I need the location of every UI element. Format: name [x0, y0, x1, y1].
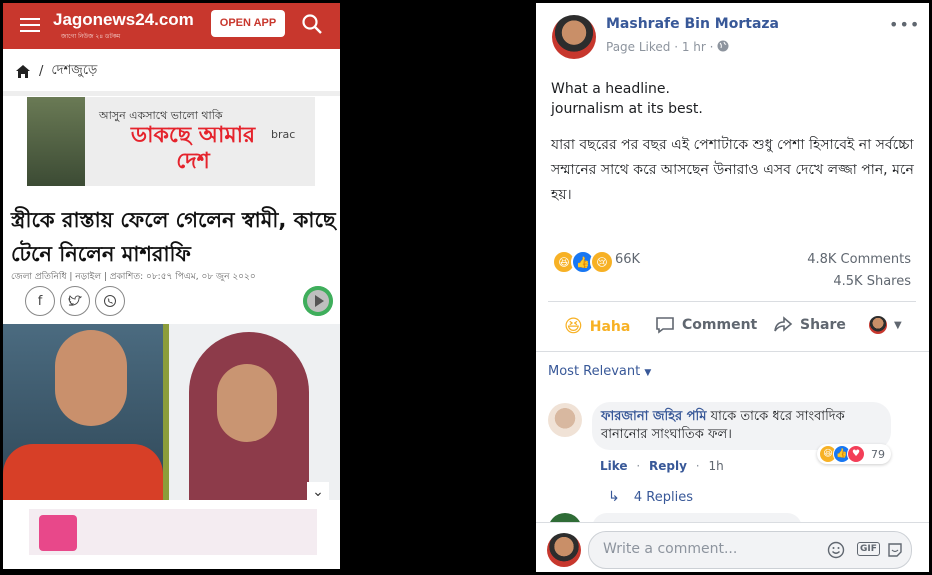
comment-reactions[interactable]: 😆 👍 ♥ 79 [817, 444, 891, 464]
bottom-ad[interactable] [29, 509, 317, 555]
comment-bubble: ফারজানা জহির পমি যাকে তাকে ধরে সাংবাদিক … [592, 402, 891, 450]
avatar[interactable] [548, 403, 582, 437]
play-icon[interactable] [303, 286, 333, 316]
chevron-down-icon[interactable]: ⌄ [307, 482, 329, 502]
comment-body: ফারজানা জহির পমি যাকে তাকে ধরে সাংবাদিক … [601, 408, 886, 444]
comment-input[interactable]: Write a comment... GIF [588, 531, 912, 569]
haha-icon: 😆 [564, 316, 583, 337]
avatar[interactable] [552, 15, 596, 59]
caret-down-icon: ▼ [644, 368, 652, 378]
share-button[interactable]: Share [773, 316, 846, 334]
comment-button[interactable]: Comment [655, 316, 757, 334]
open-app-button[interactable]: OPEN APP [211, 10, 285, 37]
comment-time[interactable]: 1h [708, 459, 723, 473]
facebook-icon[interactable]: f [25, 286, 55, 316]
article-meta: জেলা প্রতিনিধি | নড়াইল | প্রকাশিত: ০৮:৫… [11, 272, 256, 282]
ad-photo [27, 97, 85, 186]
whatsapp-icon[interactable] [95, 286, 125, 316]
view-replies-link[interactable]: ↳ 4 Replies [608, 489, 693, 505]
gif-icon[interactable]: GIF [857, 542, 880, 556]
home-icon[interactable] [15, 64, 31, 79]
reaction-count[interactable]: 66K [615, 252, 640, 267]
ad-brand: brac [271, 128, 296, 141]
shares-count[interactable]: 4.5K Shares [833, 274, 911, 289]
comment-sort[interactable]: Most Relevant ▼ [548, 364, 651, 379]
reply-arrow-icon: ↳ [608, 489, 620, 505]
divider [536, 351, 929, 352]
news-site-panel: Jagonews24.com জাগো নিউজ ২৪ ডটকম OPEN AP… [3, 3, 340, 569]
breadcrumb: / দেশজুড়ে [15, 61, 97, 82]
share-icon [774, 316, 793, 332]
comment-label: Comment [682, 317, 758, 333]
comment-sort-label: Most Relevant [548, 364, 641, 379]
comment-placeholder: Write a comment... [603, 541, 738, 557]
haha-label: Haha [589, 318, 631, 335]
like-link[interactable]: Like [600, 459, 628, 473]
caret-down-icon: ▼ [894, 319, 902, 331]
post-text: What a headline. journalism at its best. [551, 79, 916, 119]
ad-product [39, 515, 77, 551]
write-comment-bar: Write a comment... GIF [536, 522, 929, 572]
breadcrumb-separator: / [39, 64, 44, 79]
comments-count[interactable]: 4.8K Comments [807, 252, 911, 267]
comment-icon [656, 317, 674, 334]
divider [3, 91, 340, 96]
menu-icon[interactable] [20, 18, 40, 34]
post-meta: Page Liked · 1 hr · [606, 40, 729, 54]
reaction-selector[interactable]: ▼ [869, 316, 902, 334]
twitter-icon[interactable] [60, 286, 90, 316]
article-photo [3, 324, 340, 500]
share-label: Share [800, 317, 846, 333]
site-logo-tagline: জাগো নিউজ ২৪ ডটকম [61, 33, 121, 40]
sticker-icon[interactable] [886, 541, 904, 559]
photo-man [3, 324, 168, 500]
post-text-line: What a headline. [551, 81, 670, 97]
globe-icon [717, 40, 729, 52]
avatar [869, 316, 887, 334]
post-text-line: journalism at its best. [551, 101, 703, 117]
love-icon: ♥ [847, 445, 865, 463]
post-author[interactable]: Mashrafe Bin Mortaza [606, 16, 779, 32]
emoji-icon[interactable] [827, 541, 845, 559]
banner-ad[interactable]: আসুন একসাথে ভালো থাকি ডাকছে আমার দেশ bra… [27, 97, 315, 186]
photo-woman [163, 324, 340, 500]
article-headline: স্ত্রীকে রাস্তায় ফেলে গেলেন স্বামী, কাছ… [11, 208, 336, 266]
reaction-icons[interactable]: 😆 👍 😢 [552, 250, 614, 274]
site-header: Jagonews24.com জাগো নিউজ ২৪ ডটকম OPEN AP… [3, 3, 340, 49]
search-icon[interactable] [301, 13, 323, 35]
comment-actions: Like · Reply · 1h [600, 459, 724, 473]
reply-link[interactable]: Reply [649, 459, 687, 473]
post-text-bangla: যারা বছরের পর বছর এই পেশাটাকে শুধু পেশা … [551, 137, 914, 203]
sad-icon: 😢 [590, 250, 614, 274]
comment-reaction-count: 79 [871, 447, 885, 461]
more-options-icon[interactable]: ••• [889, 15, 920, 34]
breadcrumb-section[interactable]: দেশজুড়ে [51, 61, 97, 82]
share-buttons: f [25, 286, 125, 316]
facebook-post: Mashrafe Bin Mortaza Page Liked · 1 hr ·… [536, 3, 929, 572]
ad-title: ডাকছে আমার দেশ [130, 123, 256, 174]
divider [548, 301, 916, 302]
site-logo[interactable]: Jagonews24.com [53, 10, 194, 30]
post-meta-text: Page Liked · 1 hr · [606, 40, 714, 54]
avatar [547, 533, 581, 567]
replies-count: 4 Replies [633, 490, 693, 505]
haha-button[interactable]: 😆 Haha [564, 316, 630, 337]
comment-author[interactable]: ফারজানা জহির পমি [601, 409, 707, 424]
